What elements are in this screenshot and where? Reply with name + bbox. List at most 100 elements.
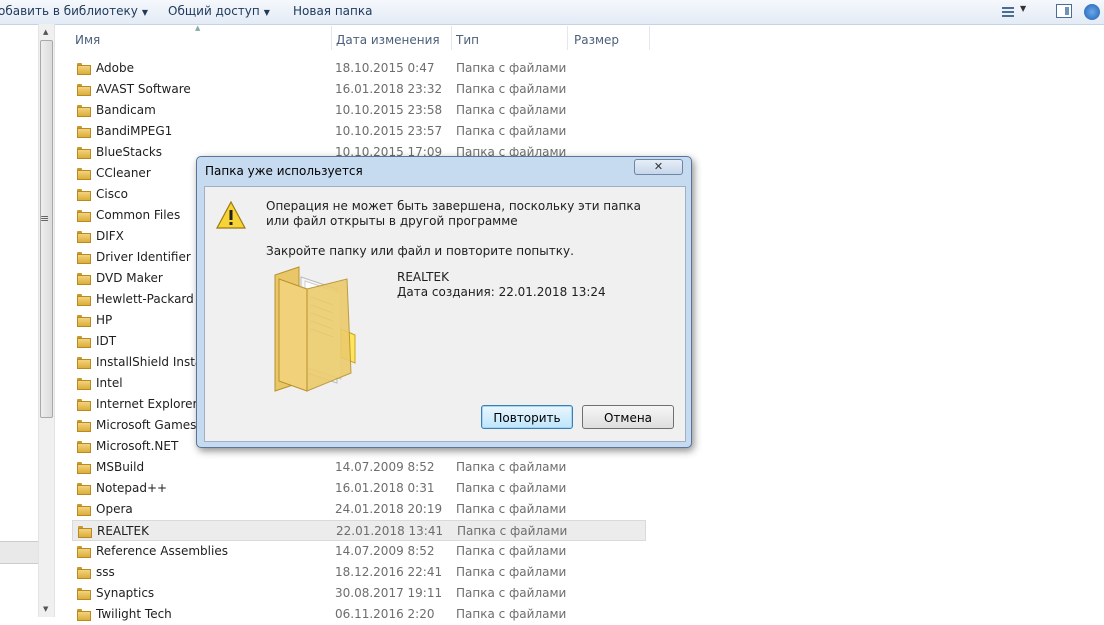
command-bar: обавить в библиотеку ▼ Общий доступ ▼ Нова… <box>0 0 1104 25</box>
column-header: ▲ Имя Дата изменения Тип Размер <box>62 24 652 50</box>
file-name: Microsoft Games <box>96 418 197 432</box>
folder-icon <box>77 210 91 222</box>
help-icon[interactable] <box>1084 4 1100 20</box>
file-row[interactable]: MSBuild 14.07.2009 8:52 Папка с файлами <box>72 457 646 478</box>
file-type: Папка с файлами <box>456 607 567 621</box>
view-list-icon <box>1002 7 1014 17</box>
file-name: Driver Identifier <box>96 250 191 264</box>
scroll-up-icon[interactable]: ▲ <box>43 28 48 36</box>
file-type: Папка с файлами <box>456 586 567 600</box>
new-folder-button[interactable]: Новая папка <box>293 4 372 18</box>
dialog-file-date: Дата создания: 22.01.2018 13:24 <box>397 285 606 299</box>
folder-icon <box>78 526 92 538</box>
file-type: Папка с файлами <box>456 103 567 117</box>
file-type: Папка с файлами <box>456 460 567 474</box>
folder-icon <box>77 294 91 306</box>
file-type: Папка с файлами <box>456 502 567 516</box>
file-date: 14.07.2009 8:52 <box>335 460 435 474</box>
file-name: BandiMPEG1 <box>96 124 173 138</box>
file-name: HP <box>96 313 113 327</box>
warning-icon <box>216 201 246 229</box>
folder-icon <box>77 483 91 495</box>
file-row[interactable]: Synaptics 30.08.2017 19:11 Папка с файлами <box>72 583 646 604</box>
file-date: 10.10.2015 23:58 <box>335 103 443 117</box>
file-type: Папка с файлами <box>456 544 567 558</box>
folder-icon <box>77 588 91 600</box>
folder-icon <box>77 168 91 180</box>
scrollbar-grip-icon: ≡ <box>40 212 50 225</box>
share-button[interactable]: Общий доступ ▼ <box>168 4 270 18</box>
folder-icon <box>77 126 91 138</box>
folder-icon <box>274 266 356 392</box>
file-row[interactable]: sss 18.12.2016 22:41 Папка с файлами <box>72 562 646 583</box>
file-row[interactable]: Reference Assemblies 14.07.2009 8:52 Папка… <box>72 541 646 562</box>
file-row[interactable]: Adobe 18.10.2015 0:47 Папка с файлами <box>72 58 646 79</box>
column-size[interactable]: Размер <box>568 26 650 50</box>
cancel-button[interactable]: Отмена <box>582 405 674 429</box>
folder-icon <box>77 231 91 243</box>
file-date: 30.08.2017 19:11 <box>335 586 443 600</box>
file-date: 18.10.2015 0:47 <box>335 61 435 75</box>
file-type: Папка с файлами <box>456 565 567 579</box>
dialog-close-button[interactable]: ✕ <box>634 159 683 175</box>
retry-button[interactable]: Повторить <box>481 405 573 429</box>
folder-icon <box>77 84 91 96</box>
change-view-button[interactable]: ▼ <box>1002 4 1038 20</box>
file-date: 10.10.2015 23:57 <box>335 124 443 138</box>
add-to-library-button[interactable]: обавить в библиотеку ▼ <box>0 4 148 18</box>
file-date: 16.01.2018 0:31 <box>335 481 435 495</box>
preview-pane-button[interactable] <box>1056 4 1072 18</box>
scroll-down-icon[interactable]: ▼ <box>43 605 48 613</box>
dialog-message: Операция не может быть завершена, поскол… <box>266 199 641 228</box>
file-row[interactable]: AVAST Software 16.01.2018 23:32 Папка с фа… <box>72 79 646 100</box>
file-row[interactable]: Opera 24.01.2018 20:19 Папка с файлами <box>72 499 646 520</box>
file-name: AVAST Software <box>96 82 191 96</box>
file-name: DIFX <box>96 229 124 243</box>
dialog-body: Операция не может быть завершена, поскол… <box>204 186 686 442</box>
nav-pane-selected-item[interactable] <box>0 541 38 564</box>
file-name: Twilight Tech <box>96 607 172 621</box>
folder-icon <box>77 63 91 75</box>
file-date: 24.01.2018 20:19 <box>335 502 443 516</box>
file-name: Opera <box>96 502 133 516</box>
file-row[interactable]: Notepad++ 16.01.2018 0:31 Папка с файлами <box>72 478 646 499</box>
file-name: REALTEK <box>97 524 149 538</box>
column-date[interactable]: Дата изменения <box>330 26 452 50</box>
folder-icon <box>77 252 91 264</box>
file-name: BlueStacks <box>96 145 163 159</box>
chevron-down-icon: ▼ <box>141 8 149 17</box>
file-type: Папка с файлами <box>456 481 567 495</box>
file-date: 18.12.2016 22:41 <box>335 565 443 579</box>
file-name: MSBuild <box>96 460 145 474</box>
file-date: 22.01.2018 13:41 <box>336 524 444 538</box>
file-name: Internet Explorer <box>96 397 198 411</box>
dialog-file-name: REALTEK <box>397 270 449 284</box>
column-name[interactable]: Имя <box>67 26 332 50</box>
file-name: Microsoft.NET <box>96 439 179 453</box>
scrollbar-thumb[interactable] <box>40 40 53 418</box>
column-type[interactable]: Тип <box>450 26 568 50</box>
file-name: CCleaner <box>96 166 151 180</box>
folder-icon <box>77 105 91 117</box>
folder-icon <box>77 336 91 348</box>
folder-icon <box>77 147 91 159</box>
folder-icon <box>77 399 91 411</box>
folder-icon <box>77 504 91 516</box>
folder-icon <box>77 315 91 327</box>
folder-icon <box>77 420 91 432</box>
file-row[interactable]: Bandicam 10.10.2015 23:58 Папка с файлами <box>72 100 646 121</box>
dialog-hint: Закройте папку или файл и повторите попы… <box>266 244 574 258</box>
file-row[interactable]: Twilight Tech 06.11.2016 2:20 Папка с файл… <box>72 604 646 625</box>
file-row[interactable]: REALTEK 22.01.2018 13:41 Папка с файлами <box>72 520 646 541</box>
add-to-library-label: обавить в библиотеку <box>0 4 138 18</box>
share-label: Общий доступ <box>168 4 260 18</box>
nav-pane-scrollbar[interactable]: ▲ ▼ <box>38 24 55 617</box>
folder-in-use-dialog: Папка уже используется ✕ Операция не мож… <box>196 156 692 448</box>
file-name: Hewlett-Packard <box>96 292 194 306</box>
folder-icon <box>77 609 91 621</box>
file-date: 06.11.2016 2:20 <box>335 607 435 621</box>
file-name: Intel <box>96 376 123 390</box>
folder-icon <box>77 567 91 579</box>
file-type: Папка с файлами <box>456 61 567 75</box>
file-row[interactable]: BandiMPEG1 10.10.2015 23:57 Папка с файлам… <box>72 121 646 142</box>
